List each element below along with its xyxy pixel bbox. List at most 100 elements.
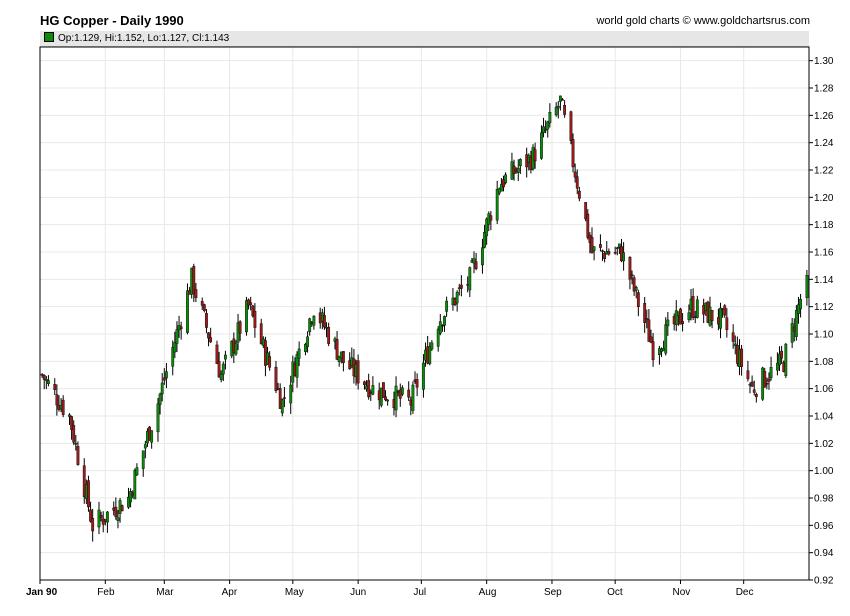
candle-body [165,371,168,379]
candle-body [719,307,722,329]
candle-body [481,247,484,266]
y-tick-label: 1.00 [814,466,834,477]
candle-body [784,343,788,377]
x-tick-label: Dec [736,587,754,598]
candle-body [794,310,798,337]
candle-body [601,250,604,252]
candle-body [561,99,564,101]
candle-body [622,252,625,262]
candle-body [592,246,596,251]
candle-body [42,374,46,380]
candle-body [780,350,784,359]
candle-body [445,300,449,312]
candle-body [443,316,446,326]
y-tick-label: 1.10 [814,330,834,341]
candle-body [400,387,404,395]
x-tick-label: Oct [607,587,623,598]
y-tick-label: 1.24 [814,138,834,149]
y-tick-label: 1.02 [814,439,834,450]
candle-body [323,315,326,328]
candle-body [61,399,65,415]
candle-body [556,105,560,109]
y-tick-label: 1.28 [814,84,834,95]
candle-body [207,332,210,339]
candle-body [356,360,360,384]
candle-body [249,302,253,305]
candle-body [752,389,756,393]
x-tick-label: May [285,587,304,598]
x-tick-label: Jan 90 [26,587,58,598]
y-tick-label: 0.94 [814,548,834,559]
candle-body [87,480,90,508]
candle-body [723,305,727,316]
candle-body [156,403,160,433]
candle-body [518,159,522,167]
candle-body [219,373,223,380]
x-tick-label: Feb [97,587,115,598]
y-tick-label: 1.16 [814,248,834,259]
y-tick-label: 0.98 [814,494,834,505]
y-tick-label: 1.26 [814,111,834,122]
candle-body [710,310,714,322]
candle-body [44,378,48,381]
candle-body [114,506,118,518]
candle-body [97,509,101,528]
candle-body [76,446,80,465]
candle-body [746,370,750,380]
candle-body [548,112,552,124]
candle-body [384,396,387,401]
candle-body [205,313,208,328]
candle-body [106,511,109,523]
candle-body [664,324,668,354]
candle-body [630,274,634,276]
candle-body [120,505,124,512]
candle-body [382,382,385,398]
candle-body [750,381,754,387]
candle-body [175,329,179,344]
candle-body [563,105,567,115]
candle-body [394,385,398,411]
candle-body [141,450,145,469]
candle-body [238,321,242,334]
x-tick-label: Apr [222,587,238,598]
candle-body [615,247,619,249]
candle-body [202,304,206,311]
candle-body [72,425,76,443]
candle-body [411,384,415,411]
candle-body [150,430,154,443]
candle-body [575,176,579,189]
candle-body [569,111,573,141]
candle-body [731,332,735,342]
candle-body [725,317,729,330]
candle-body [327,327,331,344]
candle-body [415,379,419,388]
candle-body [577,190,581,199]
y-tick-label: 1.06 [814,384,834,395]
candle-body [386,399,390,402]
candle-body [495,188,499,221]
candle-body [740,348,743,367]
candle-body [681,321,684,325]
candle-body [504,174,508,184]
candle-body [47,380,50,384]
candle-body [371,385,375,395]
y-tick-label: 0.96 [814,521,834,532]
candle-body [297,348,301,359]
candle-body [224,354,227,360]
candle-body [194,289,198,298]
candle-body [363,381,366,385]
y-tick-label: 1.20 [814,193,834,204]
x-tick-label: Mar [156,587,174,598]
candlestick-chart: 0.92 0.94 0.96 0.98 1.00 1.02 1.04 1.06 1.08 1.10… [26,46,834,598]
candle-body [289,384,293,404]
y-tick-label: 1.12 [814,302,834,313]
candle-body [666,319,670,327]
candle-body [571,139,575,168]
candle-body [691,296,695,318]
candle-body [769,367,773,379]
candle-body [790,323,794,343]
candle-body [158,393,162,405]
candle-body [116,517,120,521]
candle-body [474,261,478,269]
x-tick-label: Jul [413,587,426,598]
